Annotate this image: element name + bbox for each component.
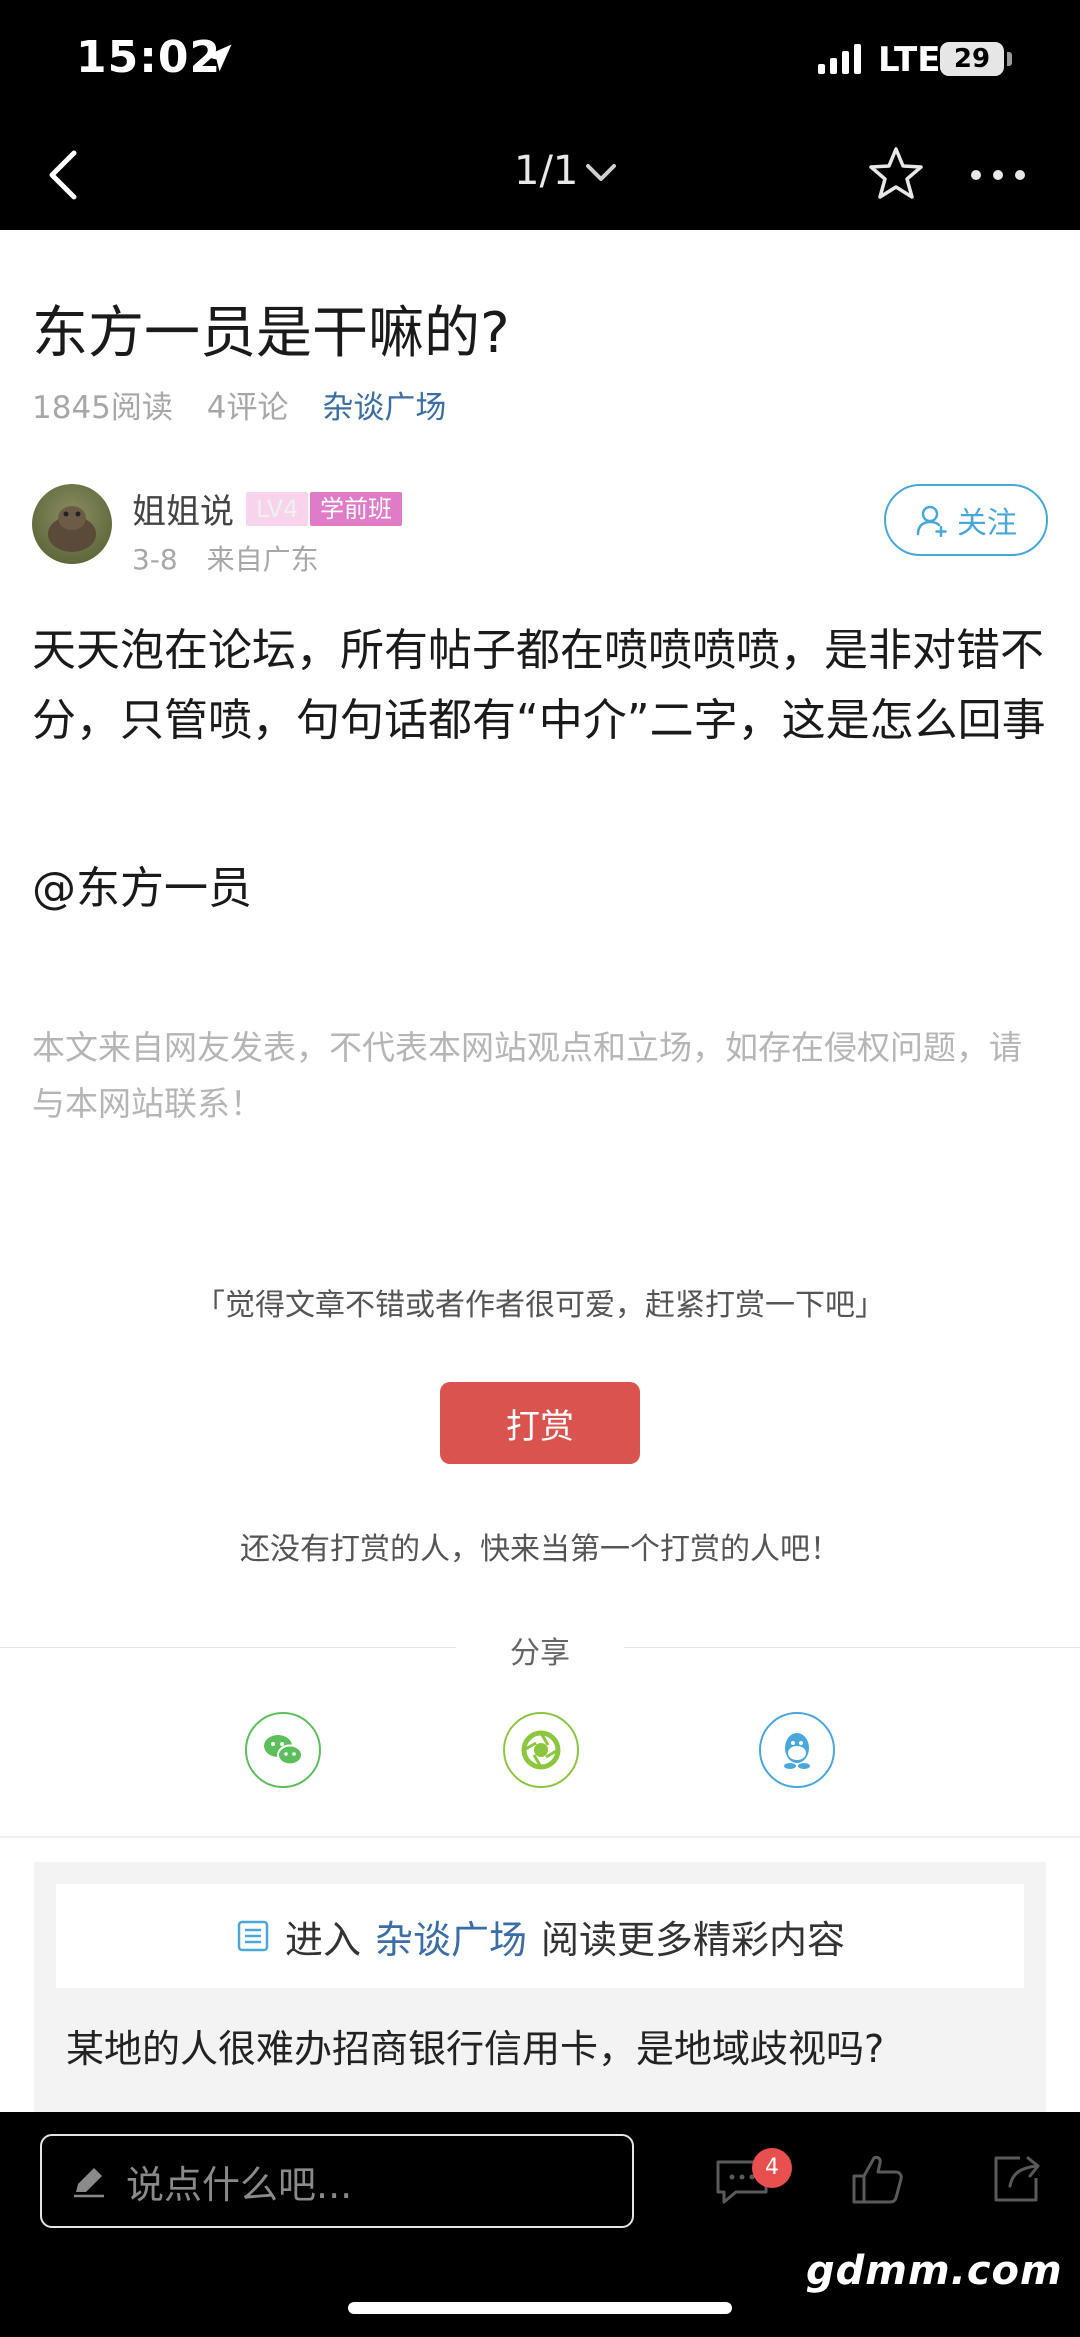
enter-suffix: 阅读更多精彩内容 xyxy=(541,1917,846,1962)
back-button[interactable] xyxy=(40,145,90,205)
battery-nub xyxy=(1007,52,1012,66)
comment-count-text: 4评论 xyxy=(206,390,289,426)
qq-share-button[interactable] xyxy=(759,1712,835,1788)
article-title: 东方一员是干嘛的? xyxy=(32,301,510,366)
user-mention[interactable]: @东方一员 xyxy=(32,852,252,916)
home-indicator[interactable] xyxy=(348,2302,732,2314)
qq-icon xyxy=(784,1733,810,1769)
moments-share-button[interactable] xyxy=(503,1712,579,1788)
article-body: 天天泡在论坛，所有帖子都在喷喷喷喷，是非对错不分，只管喷，句句话都有“中介”二字… xyxy=(32,625,1046,746)
level-badge: LV4 xyxy=(246,492,309,526)
reward-prompt: 「觉得文章不错或者作者很可爱，赶紧打赏一下吧」 xyxy=(195,1288,885,1323)
favorite-star-icon[interactable] xyxy=(866,144,926,204)
more-content-panel: 进入 杂谈广场 阅读更多精彩内容 某地的人很难办招商银行信用卡，是地域歧视吗? xyxy=(34,1862,1046,2122)
thumbs-up-icon[interactable] xyxy=(848,2150,906,2208)
comment-input[interactable]: 说点什么吧... xyxy=(40,2134,634,2228)
enter-forum-name[interactable]: 杂谈广场 xyxy=(375,1909,527,1964)
comment-placeholder: 说点什么吧... xyxy=(126,2162,353,2207)
enter-forum-link[interactable]: 进入 杂谈广场 阅读更多精彩内容 xyxy=(56,1884,1024,1988)
wechat-share-button[interactable] xyxy=(245,1712,321,1788)
share-icon[interactable] xyxy=(990,2152,1044,2206)
add-user-icon xyxy=(916,505,947,537)
no-reward-text: 还没有打赏的人，快来当第一个打赏的人吧！ xyxy=(240,1532,840,1567)
page-indicator[interactable]: 1/1 xyxy=(514,148,578,194)
post-meta: 3-8 来自广东 xyxy=(132,538,339,578)
read-count: 1845阅读 xyxy=(32,390,173,426)
share-label: 分享 xyxy=(456,1628,624,1672)
signal-icon xyxy=(818,44,861,74)
list-icon xyxy=(237,1920,269,1952)
author-name[interactable]: 姐姐说 xyxy=(132,484,234,533)
pencil-icon xyxy=(74,2168,104,2198)
wechat-icon xyxy=(264,1735,303,1766)
chevron-down-icon[interactable] xyxy=(584,160,618,186)
related-post-title[interactable]: 某地的人很难办招商银行信用卡，是地域歧视吗? xyxy=(66,2018,884,2073)
follow-label: 关注 xyxy=(957,506,1017,541)
post-date: 3-8 xyxy=(132,543,178,576)
top-bar: 15:02 LTE 29 1/1 xyxy=(0,0,1080,230)
avatar[interactable] xyxy=(32,484,112,564)
comment-count-badge: 4 xyxy=(752,2148,792,2188)
section-divider xyxy=(0,1836,1080,1838)
post-location: 来自广东 xyxy=(206,543,319,576)
article-meta: 1845阅读 4评论 杂谈广场 xyxy=(32,382,470,427)
network-type: LTE xyxy=(878,40,941,80)
enter-prefix: 进入 xyxy=(284,1917,361,1962)
rank-badge: 学前班 xyxy=(310,492,402,526)
location-arrow-icon xyxy=(204,44,232,72)
more-options-icon[interactable] xyxy=(968,160,1028,190)
reward-button[interactable]: 打赏 xyxy=(440,1382,640,1464)
watermark: gdmm.com xyxy=(806,2248,1063,2294)
moments-icon xyxy=(521,1730,561,1770)
battery-icon: 29 xyxy=(940,42,1004,76)
follow-button[interactable]: 关注 xyxy=(884,484,1048,556)
forum-link[interactable]: 杂谈广场 xyxy=(322,390,446,426)
disclaimer: 本文来自网友发表，不代表本网站观点和立场，如存在侵权问题，请与本网站联系！ xyxy=(32,1028,1022,1123)
